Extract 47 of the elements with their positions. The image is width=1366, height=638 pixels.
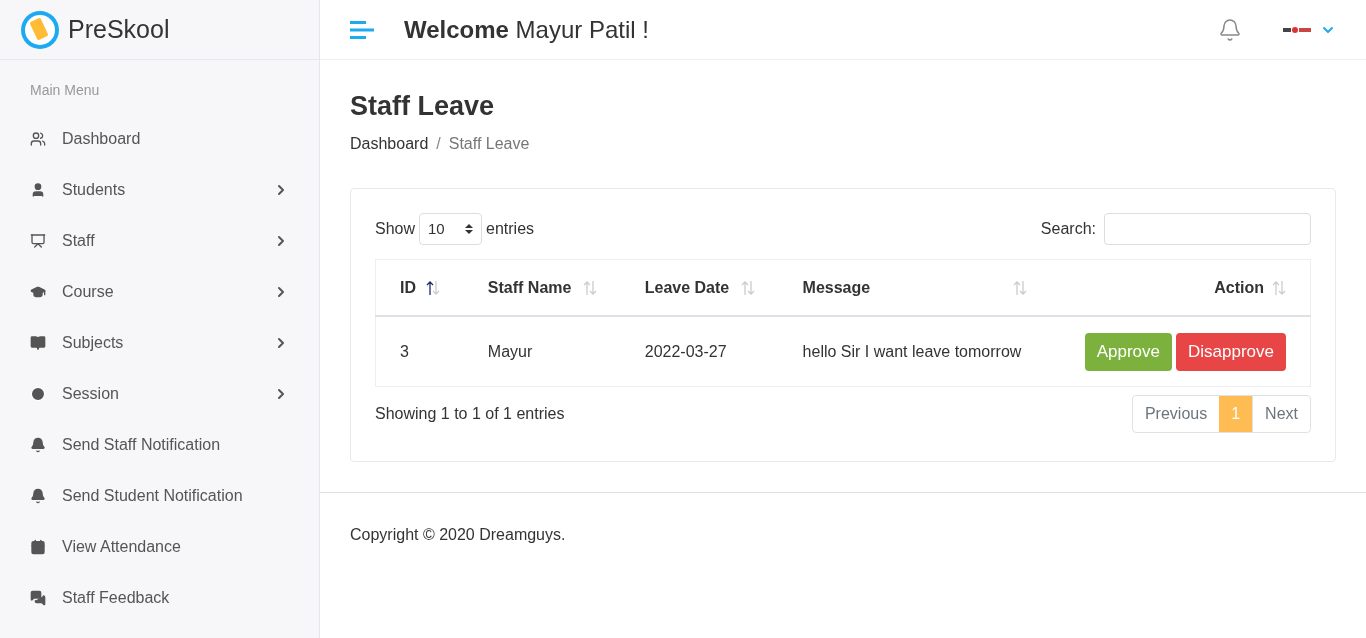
sidebar-item[interactable]: Send Staff Notification [30,419,289,470]
sidebar-item[interactable]: Send Student Notification [30,470,289,521]
chat-icon [30,589,46,606]
logo-icon [20,9,60,50]
search-field[interactable] [1104,212,1311,245]
calendar-icon [30,538,46,555]
table-cell: 3 [375,316,464,387]
book-icon [30,334,46,351]
people-icon [30,130,46,147]
select-arrows-icon [465,222,474,235]
copyright-text: Copyright © 2020 Dreamguys. [350,524,567,545]
sidebar-item[interactable]: Subjects [30,317,289,368]
sidebar-item[interactable]: View Attendance [30,521,289,572]
column-header[interactable]: ID [375,259,464,317]
disapprove-button[interactable]: Disapprove [1176,332,1286,371]
bell-icon [30,487,46,504]
page-title: Staff Leave [350,90,496,123]
table-cell: 2022-03-27 [620,316,779,387]
sidebar-item[interactable]: Staff Feedback [30,572,289,623]
sidebar-item[interactable]: Students [30,164,289,215]
entries-label: entries [486,218,535,239]
sort-icon[interactable] [425,279,440,296]
breadcrumb-current: Staff Leave [448,133,530,154]
sidebar-item[interactable]: Session [30,368,289,419]
presentation-icon [30,232,46,249]
search-label: Search: [1040,218,1096,239]
notification-bell-icon[interactable] [1218,17,1242,42]
column-header[interactable]: Leave Date [620,259,779,317]
table-info: Showing 1 to 1 of 1 entries [375,403,565,424]
menu-icon[interactable] [350,19,374,40]
page-size-select[interactable]: 10 [419,212,483,245]
sidebar-item[interactable]: Dashboard [30,113,289,164]
breadcrumb-separator: / [436,133,441,154]
student-icon [30,181,46,198]
table-cell: Mayur [463,316,621,387]
show-label: Show [375,218,416,239]
column-header[interactable]: Staff Name [463,259,621,317]
welcome-title: Welcome Mayur Patil ! [404,14,649,45]
bell-icon [30,436,46,453]
menu-section-title: Main Menu [30,81,101,100]
sidebar-item[interactable]: Course [30,266,289,317]
brand-name: PreSkool [68,13,170,45]
column-header[interactable]: Action [1051,259,1311,317]
column-header[interactable]: Message [778,259,1052,317]
breadcrumb-link[interactable]: Dashboard [350,131,429,156]
sidebar-item[interactable]: Staff [30,215,289,266]
table-cell: hello Sir I want leave tomorrow [778,316,1052,387]
